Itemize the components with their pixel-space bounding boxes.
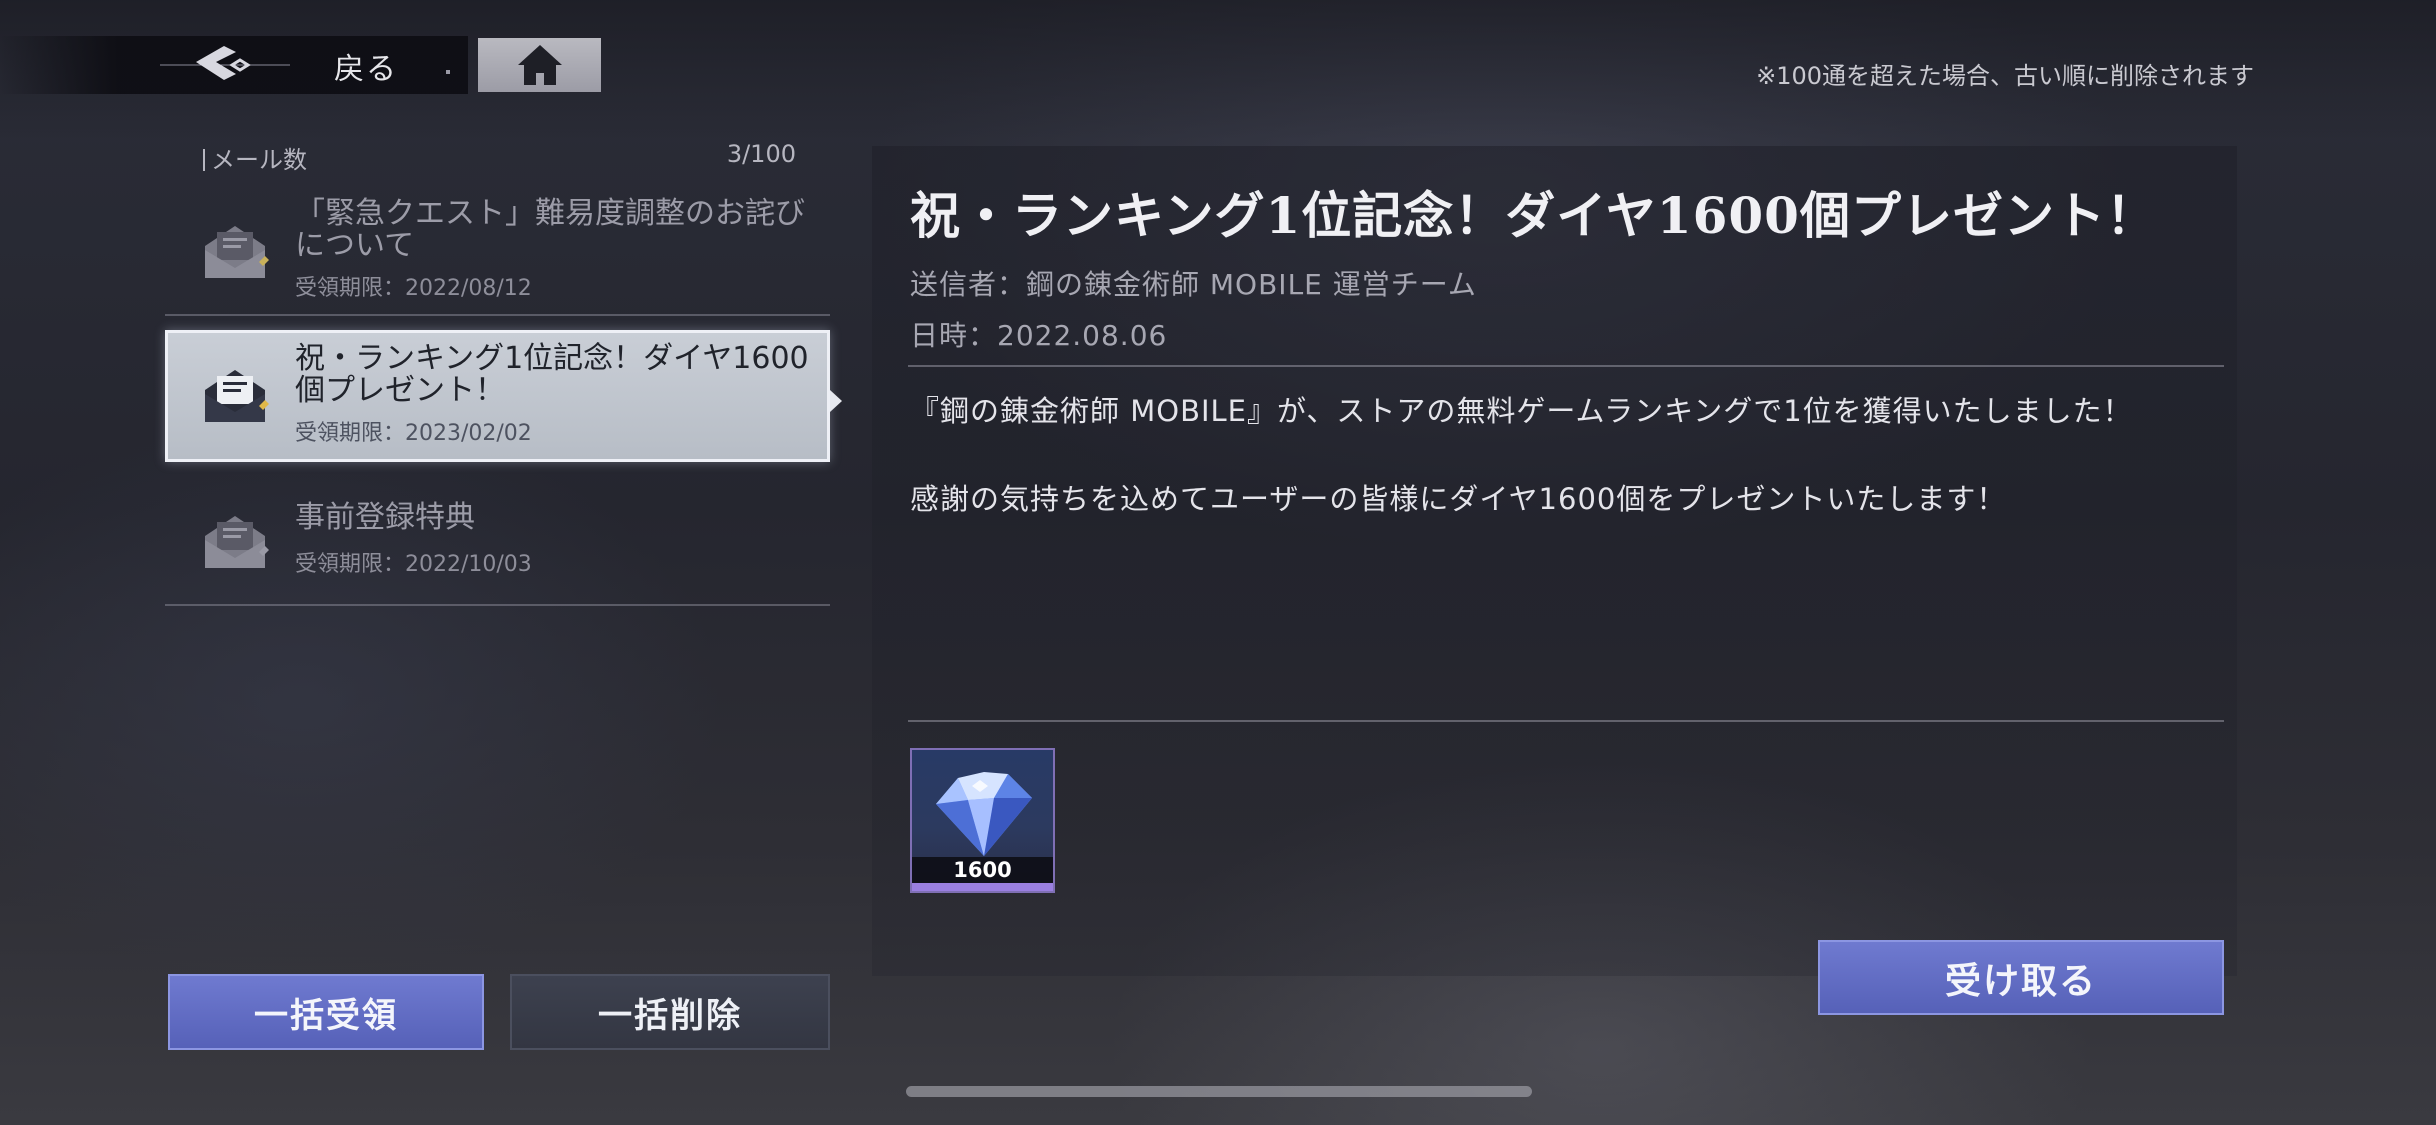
back-dot-decoration [446,70,450,74]
reward-rarity-strip [912,883,1053,891]
mail-title: 事前登録特典 [295,500,475,535]
home-icon [517,45,562,85]
mail-sender: 送信者：鋼の錬金術師 MOBILE 運営チーム [910,268,1477,301]
mail-attachment-icon [205,516,269,568]
back-label: 戻る [334,52,398,87]
mail-count-label: メール数 [203,140,307,175]
mail-detail-title: 祝・ランキング1位記念！ダイヤ1600個プレゼント！ [910,186,2157,245]
mail-list: 「緊急クエスト」難易度調整のお詫びについて 受領期限：2022/08/12 祝・… [165,186,830,606]
mail-title: 「緊急クエスト」難易度調整のお詫びについて [295,196,805,263]
reward-count: 1600 [912,857,1053,883]
reward-item[interactable]: 1600 [910,748,1055,893]
mail-body-line: 『鋼の錬金術師 MOBILE』が、ストアの無料ゲームランキングで1位を獲得いたし… [910,394,2133,428]
mail-date: 日時：2022.08.06 [910,319,1168,352]
mail-list-item-selected[interactable]: 祝・ランキング1位記念！ダイヤ1600個プレゼント！ 受領期限：2023/02/… [165,330,830,462]
mail-expiry: 受領期限：2022/10/03 [295,552,532,577]
home-button[interactable] [478,38,601,92]
label-bar-decoration [203,149,205,171]
mail-title: 祝・ランキング1位記念！ダイヤ1600個プレゼント！ [295,341,809,408]
mail-list-item[interactable]: 事前登録特典 受領期限：2022/10/03 [165,476,830,606]
mail-expiry: 受領期限：2023/02/02 [295,421,532,446]
mail-body-line: 感謝の気持ちを込めてユーザーの皆様にダイヤ1600個をプレゼントいたします！ [910,482,2007,516]
mail-count-value: 3/100 [726,140,796,168]
mail-attachment-icon [205,226,269,278]
mail-attachment-icon [205,370,269,422]
selection-pointer [830,390,842,412]
divider [908,720,2224,722]
diamond-icon [936,772,1032,856]
delete-all-button[interactable]: 一括削除 [510,974,830,1050]
mail-limit-notice: ※100通を超えた場合、古い順に削除されます [1756,62,2254,90]
receive-button[interactable]: 受け取る [1818,940,2224,1015]
claim-all-button[interactable]: 一括受領 [168,974,484,1050]
back-button[interactable]: 戻る [0,36,468,94]
divider [908,365,2224,367]
mail-count-text: メール数 [211,146,307,174]
mail-list-item[interactable]: 「緊急クエスト」難易度調整のお詫びについて 受領期限：2022/08/12 [165,186,830,316]
mail-expiry: 受領期限：2022/08/12 [295,276,532,301]
home-indicator[interactable] [906,1086,1532,1097]
back-arrow-icon [160,46,290,80]
